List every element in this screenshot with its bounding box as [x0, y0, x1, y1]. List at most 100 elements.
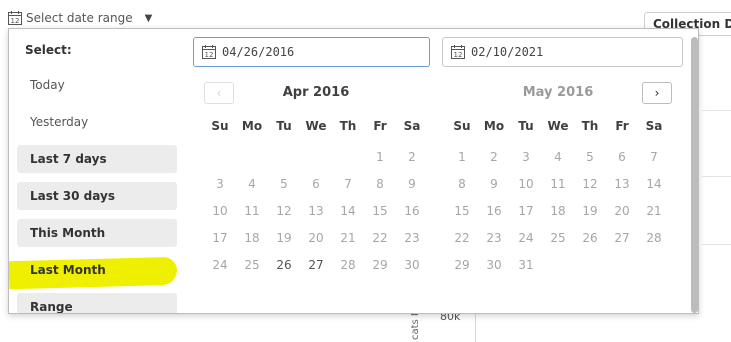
calendar-day: 5 [586, 150, 594, 164]
calendar-left-grid: Su Mo Tu We Th Fr Sa 1 2 3 4 5 6 7 8 9 10 11 12 13 14 15 16 17 1… [204, 117, 428, 279]
calendar-day: 7 [650, 150, 658, 164]
calendar-day: 1 [458, 150, 466, 164]
range-last-month[interactable]: Last Month [17, 256, 177, 284]
background-gridline [702, 176, 731, 177]
background-gridline [702, 110, 731, 111]
calendar-day: 23 [486, 231, 502, 245]
empty-cell [300, 144, 332, 171]
calendar-day: 31 [518, 258, 534, 272]
calendar-day[interactable]: 27 [300, 252, 332, 279]
calendar-day: 15 [372, 204, 388, 218]
calendar-day: 25 [550, 231, 566, 245]
calendar-day: 3 [522, 150, 530, 164]
calendar-day: 23 [404, 231, 420, 245]
weekday-header: Su [211, 119, 229, 133]
calendar-icon: 12 [451, 45, 465, 59]
calendar-icon: 12 [8, 11, 22, 25]
end-date-input[interactable]: 12 02/10/2021 [442, 37, 683, 67]
calendar-right-grid: Su Mo Tu We Th Fr Sa 1 2 3 4 5 6 7 8 9 10 11 12 13 14 15 16 17 1… [446, 117, 670, 279]
calendar-day: 21 [646, 204, 662, 218]
svg-text:12: 12 [205, 51, 214, 59]
weekday-header: Mo [241, 119, 263, 133]
calendar-right: May 2016 › Su Mo Tu We Th Fr Sa 1 2 3 4 5 6 7 8 9 10 11 12… [446, 81, 672, 272]
calendar-day: 2 [490, 150, 498, 164]
preset-ranges-panel: Select: Today Yesterday Last 7 days Last… [9, 29, 184, 313]
weekday-header: Fr [373, 119, 387, 133]
caret-down-icon: ▼ [144, 12, 153, 24]
calendar-day: 1 [376, 150, 384, 164]
scrollbar[interactable] [691, 37, 698, 313]
range-last-30-days[interactable]: Last 30 days [17, 182, 177, 210]
calendar-day: 6 [618, 150, 626, 164]
calendar-day: 4 [248, 177, 256, 191]
calendar-day: 19 [276, 231, 292, 245]
range-last-7-days[interactable]: Last 7 days [17, 145, 177, 173]
calendar-day: 11 [244, 204, 260, 218]
calendar-day: 9 [408, 177, 416, 191]
calendar-day: 24 [212, 258, 228, 272]
calendar-day: 25 [244, 258, 260, 272]
calendar-day: 20 [308, 231, 324, 245]
calendar-day[interactable]: 26 [268, 252, 300, 279]
calendar-icon: 12 [202, 45, 216, 59]
calendar-day: 13 [308, 204, 324, 218]
calendar-day: 11 [550, 177, 566, 191]
calendar-day: 16 [486, 204, 502, 218]
weekday-header: Th [339, 119, 357, 133]
range-yesterday[interactable]: Yesterday [17, 108, 177, 136]
calendar-day: 16 [404, 204, 420, 218]
calendar-day: 20 [614, 204, 630, 218]
range-today[interactable]: Today [17, 71, 177, 99]
calendar-day: 26 [582, 231, 598, 245]
calendar-day: 2 [408, 150, 416, 164]
calendar-right-title: May 2016 [522, 85, 594, 100]
calendar-day: 29 [454, 258, 470, 272]
background-gridline [702, 244, 731, 245]
svg-text:12: 12 [11, 17, 20, 25]
empty-cell [204, 144, 236, 171]
calendar-day: 28 [340, 258, 356, 272]
date-range-trigger[interactable]: 12 Select date range ▼ [8, 9, 152, 27]
calendar-day: 22 [372, 231, 388, 245]
calendar-day: 14 [340, 204, 356, 218]
ranges-title: Select: [25, 43, 72, 57]
calendar-day: 3 [216, 177, 224, 191]
weekday-header: Sa [645, 119, 663, 133]
weekday-header: Th [581, 119, 599, 133]
calendar-day: 18 [550, 204, 566, 218]
empty-cell [574, 252, 606, 279]
calendar-day: 19 [582, 204, 598, 218]
weekday-header: Sa [403, 119, 421, 133]
end-date-value: 02/10/2021 [471, 45, 544, 59]
date-range-trigger-label: Select date range [26, 11, 133, 25]
calendar-day: 22 [454, 231, 470, 245]
range-custom[interactable]: Range [17, 293, 177, 313]
calendar-day: 5 [280, 177, 288, 191]
svg-text:12: 12 [454, 51, 463, 59]
empty-cell [236, 144, 268, 171]
calendar-day: 4 [554, 150, 562, 164]
weekday-header: Fr [615, 119, 629, 133]
calendar-day: 28 [646, 231, 662, 245]
calendar-day: 9 [490, 177, 498, 191]
empty-cell [268, 144, 300, 171]
date-range-popup: Select: Today Yesterday Last 7 days Last… [8, 28, 699, 314]
calendar-day: 8 [376, 177, 384, 191]
calendar-left-title: Apr 2016 [282, 85, 350, 100]
start-date-value: 04/26/2016 [222, 45, 295, 59]
range-this-month[interactable]: This Month [17, 219, 177, 247]
calendar-day: 24 [518, 231, 534, 245]
next-month-button[interactable]: › [642, 82, 672, 104]
start-date-input[interactable]: 12 04/26/2016 [193, 37, 430, 67]
calendar-day: 6 [312, 177, 320, 191]
weekday-header: Tu [276, 119, 292, 133]
calendar-day: 21 [340, 231, 356, 245]
calendar-day: 15 [454, 204, 470, 218]
empty-cell [332, 144, 364, 171]
calendar-day: 29 [372, 258, 388, 272]
calendar-day: 7 [344, 177, 352, 191]
weekday-header: We [547, 119, 569, 133]
calendar-day: 17 [518, 204, 534, 218]
calendar-day: 30 [486, 258, 502, 272]
calendar-day: 8 [458, 177, 466, 191]
